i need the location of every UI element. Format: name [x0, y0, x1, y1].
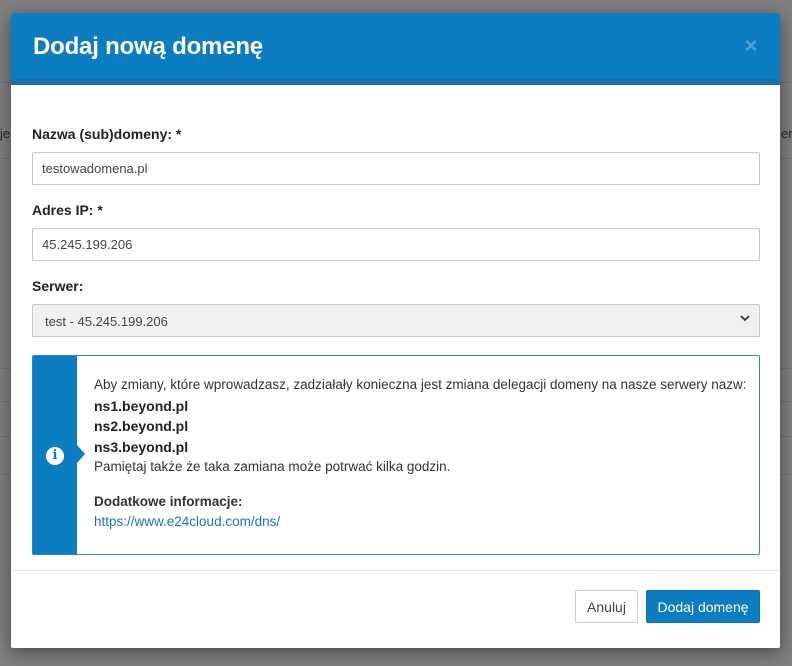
backdrop-text-left: je: [0, 126, 11, 141]
info-note: Pamiętaj także że taka zamiana może potr…: [94, 459, 451, 474]
info-intro: Aby zmiany, które wprowadzasz, zadziałał…: [94, 377, 747, 392]
backdrop-text-right: ent: [781, 126, 792, 141]
dialog-body: Nazwa (sub)domeny: * Adres IP: * Serwer:…: [32, 126, 760, 555]
dialog-title: Dodaj nową domenę: [33, 33, 263, 60]
dns-info-box: i Aby zmiany, które wprowadzasz, zadział…: [32, 355, 760, 555]
info-icon: i: [46, 447, 64, 465]
add-domain-button[interactable]: Dodaj domenę: [646, 590, 760, 623]
info-box-notch: [77, 445, 85, 463]
server-select-value: test - 45.245.199.206: [45, 314, 168, 329]
dns-info-link[interactable]: https://www.e24cloud.com/dns/: [94, 514, 280, 529]
chevron-down-icon: [740, 315, 750, 322]
nameserver-1: ns1.beyond.pl: [94, 397, 189, 414]
info-content: Aby zmiany, które wprowadzasz, zadziałał…: [94, 375, 747, 533]
domain-label: Nazwa (sub)domeny: *: [32, 126, 182, 142]
server-select[interactable]: test - 45.245.199.206: [32, 304, 760, 337]
nameserver-3: ns3.beyond.pl: [94, 438, 189, 455]
ip-field-group: Adres IP: *: [32, 202, 760, 261]
ip-input[interactable]: [32, 228, 760, 261]
ip-label: Adres IP: *: [32, 202, 103, 218]
cancel-button[interactable]: Anuluj: [575, 590, 638, 623]
domain-input[interactable]: [32, 152, 760, 185]
nameserver-2: ns2.beyond.pl: [94, 418, 189, 434]
more-info-title: Dodatkowe informacje:: [94, 493, 243, 509]
server-field-group: Serwer: test - 45.245.199.206: [32, 278, 760, 337]
add-domain-dialog: Dodaj nową domenę × Nazwa (sub)domeny: *…: [11, 13, 780, 648]
close-icon[interactable]: ×: [742, 35, 760, 57]
dialog-footer: Anuluj Dodaj domenę: [11, 570, 780, 648]
server-label: Serwer:: [32, 278, 84, 294]
domain-field-group: Nazwa (sub)domeny: *: [32, 126, 760, 185]
dialog-header: Dodaj nową domenę ×: [11, 13, 780, 85]
info-box-sidebar: i: [33, 356, 77, 554]
